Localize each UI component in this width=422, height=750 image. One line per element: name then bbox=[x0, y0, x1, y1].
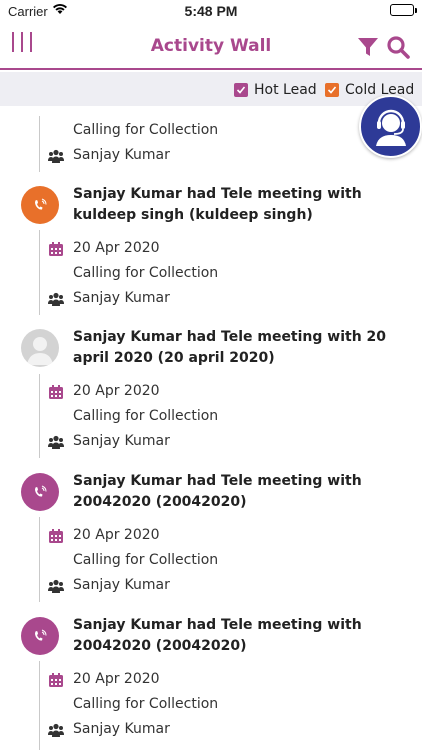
menu-button[interactable] bbox=[12, 32, 38, 54]
support-button[interactable] bbox=[359, 95, 422, 158]
menu-bar-icon bbox=[21, 32, 23, 52]
checkbox-checked-icon bbox=[325, 83, 339, 97]
phone-call-icon bbox=[35, 629, 47, 641]
activity-date: 20 Apr 2020 bbox=[73, 240, 160, 256]
timeline-connector bbox=[39, 517, 40, 602]
search-button[interactable] bbox=[386, 35, 410, 59]
checkbox-checked-icon bbox=[234, 83, 248, 97]
activity-description: Calling for Collection bbox=[73, 122, 219, 138]
activity-title: Sanjay Kumar had Tele meeting with 20042… bbox=[73, 473, 362, 510]
activity-title: Sanjay Kumar had Tele meeting with 20042… bbox=[73, 617, 362, 654]
users-icon bbox=[48, 292, 64, 306]
search-icon bbox=[387, 36, 410, 59]
activity-date: 20 Apr 2020 bbox=[73, 527, 160, 543]
activity-user: Sanjay Kumar bbox=[73, 290, 170, 306]
activity-description: Calling for Collection bbox=[73, 265, 219, 281]
timeline-connector bbox=[39, 230, 40, 315]
timeline-connector bbox=[39, 374, 40, 458]
hot-lead-label: Hot Lead bbox=[254, 82, 317, 98]
activity-timeline: Calling for Collection Sanjay Kumar Sanj… bbox=[0, 106, 422, 750]
menu-bar-icon bbox=[12, 32, 14, 52]
users-icon bbox=[48, 579, 64, 593]
activity-user: Sanjay Kumar bbox=[73, 147, 170, 163]
calendar-icon bbox=[49, 673, 63, 687]
calendar-icon bbox=[49, 385, 63, 399]
timeline-connector bbox=[39, 661, 40, 750]
activity-description: Calling for Collection bbox=[73, 552, 219, 568]
hot-lead-checkbox[interactable]: Hot Lead bbox=[234, 82, 317, 98]
status-bar: Carrier 5:48 PM bbox=[0, 0, 422, 22]
menu-bar-icon bbox=[30, 32, 32, 52]
users-icon bbox=[48, 435, 64, 449]
calendar-icon bbox=[49, 242, 63, 256]
timeline-connector bbox=[39, 116, 40, 172]
filter-button[interactable] bbox=[357, 36, 379, 58]
users-icon bbox=[48, 723, 64, 737]
activity-description: Calling for Collection bbox=[73, 696, 219, 712]
phone-call-avatar bbox=[21, 186, 59, 224]
customer-support-icon bbox=[375, 109, 406, 146]
nav-bar: Activity Wall bbox=[0, 22, 422, 70]
activity-user: Sanjay Kumar bbox=[73, 577, 170, 593]
lead-filter-bar: Hot Lead Cold Lead bbox=[0, 72, 422, 106]
activity-user: Sanjay Kumar bbox=[73, 433, 170, 449]
users-icon bbox=[48, 149, 64, 163]
phone-call-avatar bbox=[21, 617, 59, 655]
clock: 5:48 PM bbox=[184, 3, 238, 19]
activity-description: Calling for Collection bbox=[73, 408, 219, 424]
activity-title: Sanjay Kumar had Tele meeting with kulde… bbox=[73, 186, 362, 223]
person-placeholder-icon bbox=[27, 337, 53, 365]
cold-lead-label: Cold Lead bbox=[345, 82, 415, 98]
activity-date: 20 Apr 2020 bbox=[73, 383, 160, 399]
calendar-icon bbox=[49, 529, 63, 543]
user-avatar bbox=[21, 329, 59, 367]
filter-icon bbox=[358, 38, 378, 56]
battery-icon bbox=[390, 4, 417, 16]
cold-lead-checkbox[interactable]: Cold Lead bbox=[325, 82, 414, 98]
phone-call-icon bbox=[35, 198, 47, 210]
activity-user: Sanjay Kumar bbox=[73, 721, 170, 737]
phone-call-avatar bbox=[21, 473, 59, 511]
activity-date: 20 Apr 2020 bbox=[73, 671, 160, 687]
phone-call-icon bbox=[35, 485, 47, 497]
activity-title: Sanjay Kumar had Tele meeting with 20 ap… bbox=[73, 329, 387, 366]
